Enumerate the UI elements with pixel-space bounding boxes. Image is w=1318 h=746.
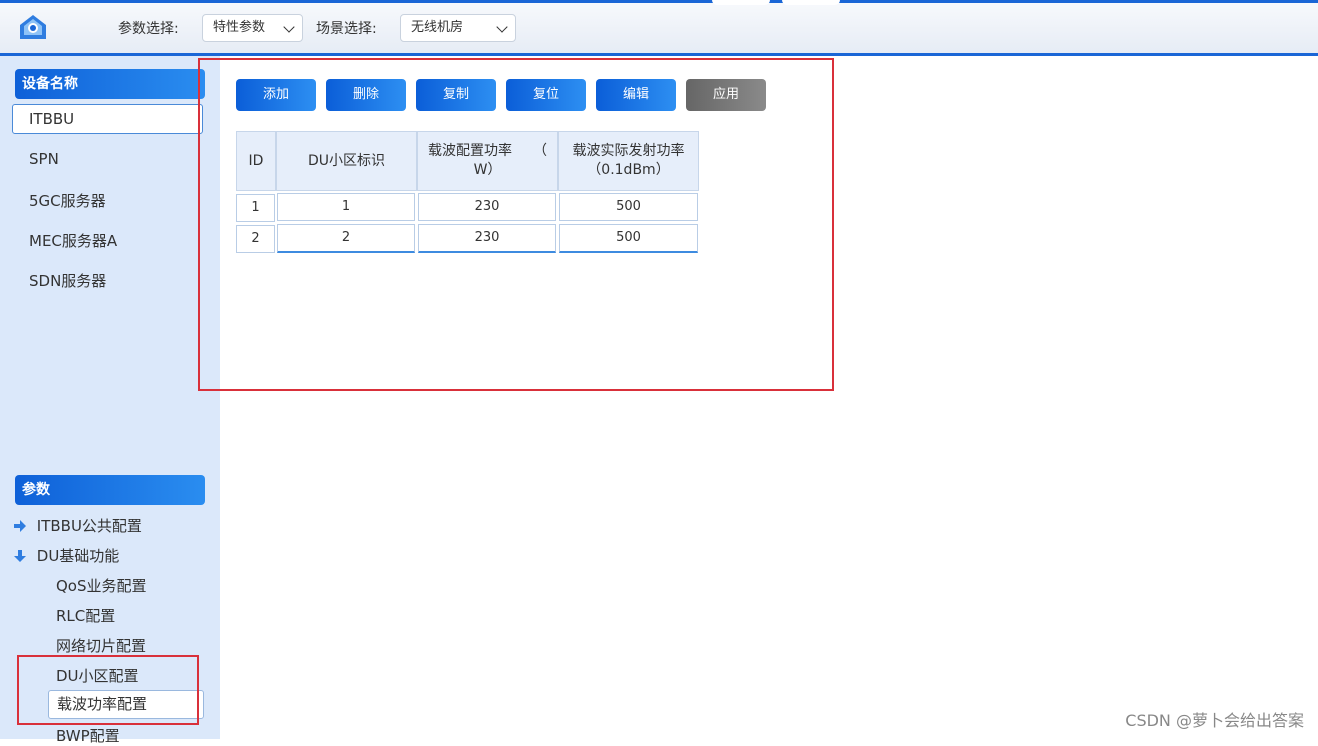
highlight-box-content — [198, 58, 834, 391]
tree-item-bwp[interactable]: BWP配置 — [56, 725, 120, 746]
scene-select-label: 场景选择: — [316, 21, 377, 37]
device-item-sdn[interactable]: SDN服务器 — [29, 270, 106, 291]
highlight-box-tree — [17, 655, 199, 725]
device-item-itbbu[interactable]: ITBBU — [12, 104, 203, 134]
tree-group-label: DU基础功能 — [36, 547, 120, 565]
tree-group-label: ITBBU公共配置 — [36, 517, 142, 535]
chevron-down-icon — [496, 21, 508, 33]
tree-item-qos[interactable]: QoS业务配置 — [56, 575, 147, 596]
device-section-title: 设备名称 — [15, 69, 205, 99]
params-section-title: 参数 — [15, 475, 205, 505]
scene-select[interactable]: 无线机房 — [400, 14, 516, 42]
tree-item-rlc[interactable]: RLC配置 — [56, 605, 115, 626]
param-select[interactable]: 特性参数 — [202, 14, 303, 42]
top-bar: 参数选择: 特性参数 场景选择: 无线机房 — [0, 0, 1318, 56]
device-item-mec[interactable]: MEC服务器A — [29, 230, 117, 251]
param-select-value: 特性参数 — [213, 20, 266, 35]
arrow-down-icon — [14, 550, 26, 562]
tree-group-du-basic[interactable]: DU基础功能 — [14, 545, 119, 566]
sidebar: 设备名称 ITBBU SPN 5GC服务器 MEC服务器A SDN服务器 参数 … — [0, 56, 220, 745]
home-logo-icon[interactable] — [18, 13, 48, 41]
tab-notch — [712, 0, 770, 5]
scene-select-value: 无线机房 — [411, 20, 464, 35]
arrow-right-icon — [14, 520, 26, 532]
tree-group-itbbu-common[interactable]: ITBBU公共配置 — [14, 515, 142, 536]
param-select-label: 参数选择: — [118, 21, 179, 37]
chevron-down-icon — [283, 21, 295, 33]
tab-notch — [782, 0, 840, 5]
watermark: CSDN @萝卜会给出答案 — [1125, 711, 1304, 730]
tree-item-slice[interactable]: 网络切片配置 — [56, 635, 146, 656]
device-item-spn[interactable]: SPN — [29, 150, 59, 168]
device-item-5gc[interactable]: 5GC服务器 — [29, 190, 106, 211]
